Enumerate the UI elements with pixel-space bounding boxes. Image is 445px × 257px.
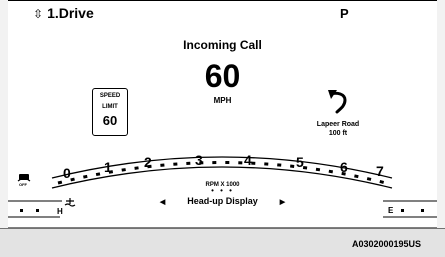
- nav-street: Lapeer Road: [316, 121, 360, 128]
- menu-right-arrow-icon[interactable]: ▶: [280, 199, 285, 206]
- speed-limit-sign: SPEED LIMIT 60: [92, 88, 128, 136]
- gear-indicator: P: [340, 6, 349, 21]
- menu-label: Head-up Display: [187, 196, 258, 206]
- tach-tick-label: 5: [296, 154, 304, 170]
- tach-tick-label: 3: [195, 152, 203, 168]
- figure-code: A0302000195US: [352, 239, 422, 249]
- tach-tick-label: 0: [63, 165, 71, 181]
- incoming-call-notification: Incoming Call: [183, 38, 262, 52]
- speed-limit-line2: LIMIT: [102, 104, 118, 110]
- coolant-temp-icon: [64, 198, 76, 207]
- tach-tick-label: 7: [376, 163, 384, 179]
- nav-distance: 100 ft: [328, 130, 348, 137]
- instrument-cluster: ⇳ 1.Drive P Incoming Call 60 MPH SPEED LI…: [0, 0, 445, 257]
- gear-selector: ⇳ 1.Drive: [33, 5, 94, 21]
- speed-limit-line1: SPEED: [99, 93, 121, 99]
- speed-limit-value: 60: [102, 113, 118, 128]
- gear-selector-label: 1.Drive: [47, 5, 94, 21]
- up-down-arrows-icon: ⇳: [33, 7, 44, 21]
- speed-unit: MPH: [213, 96, 232, 105]
- page-dots: • • •: [211, 186, 234, 195]
- turn-left-arrow-icon: [328, 90, 347, 114]
- temp-gauge-label: H: [57, 207, 63, 216]
- tach-tick-label: 4: [244, 152, 252, 168]
- speed-value: 60: [204, 58, 241, 94]
- tach-tick-label: 2: [144, 154, 152, 170]
- tach-tick-label: 1: [104, 159, 112, 175]
- nav-instruction: Lapeer Road 100 ft: [295, 120, 381, 138]
- tach-tick-label: 6: [340, 159, 348, 175]
- fuel-gauge-label: E: [388, 206, 394, 215]
- menu-left-arrow-icon[interactable]: ◀: [160, 199, 165, 206]
